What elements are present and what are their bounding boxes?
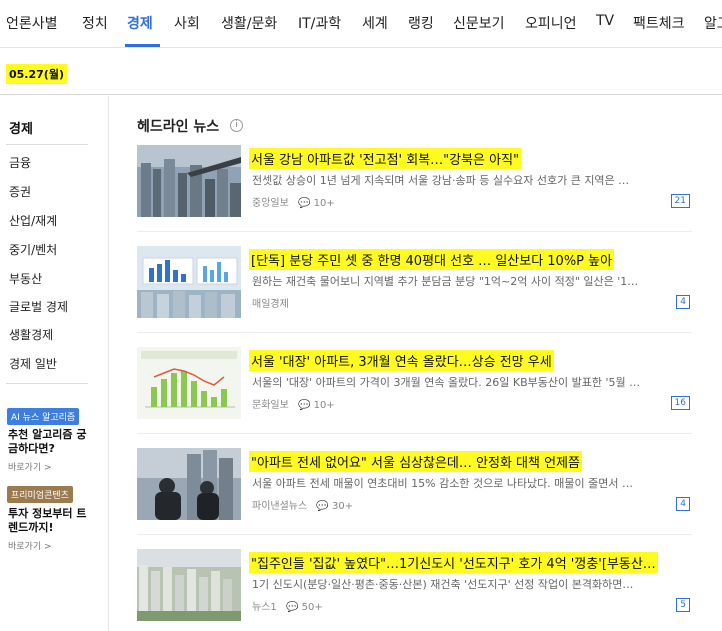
press-name[interactable]: 중앙일보 — [252, 198, 289, 209]
article-thumbnail[interactable] — [137, 145, 241, 217]
tab-politics[interactable]: 정치 — [82, 13, 108, 33]
article-meta: 중앙일보 💬 10+ — [252, 194, 335, 209]
sidebar-title: 경제 — [9, 122, 33, 137]
sidebar-item-venture[interactable]: 중기/벤처 — [9, 241, 57, 258]
related-count-badge[interactable]: 4 — [676, 295, 690, 309]
tab-factcheck[interactable]: 팩트체크 — [633, 13, 685, 33]
sidebar-item-general[interactable]: 경제 일반 — [9, 355, 57, 372]
sidebar-divider — [6, 144, 88, 145]
comment-icon: 💬 — [298, 198, 311, 209]
press-name[interactable]: 뉴스1 — [252, 602, 277, 613]
article-title[interactable]: "아파트 전세 없어요" 서울 심상찮은데… 안정화 대책 언제쯤 — [249, 451, 582, 472]
article-title[interactable]: 서울 '대장' 아파트, 3개월 연속 올랐다…상승 전망 우세 — [249, 350, 554, 371]
section-title: 헤드라인 뉴스 — [137, 119, 220, 135]
tab-society[interactable]: 사회 — [174, 13, 200, 33]
related-count-badge[interactable]: 16 — [670, 396, 690, 410]
ai-algorithm-badge: AI 뉴스 알고리즘 — [7, 408, 80, 425]
tab-ranking[interactable]: 랭킹 — [408, 13, 434, 33]
article-meta: 파이낸셜뉴스 💬 30+ — [252, 497, 353, 512]
comment-icon: 💬 — [298, 400, 311, 411]
article-summary[interactable]: 원하는 재건축 물어보니 지역별 추가 분담금 분당 "1억~2억 사이 적정"… — [252, 273, 690, 289]
sidebar-item-realestate[interactable]: 부동산 — [9, 270, 42, 287]
comment-count[interactable]: 10+ — [314, 400, 335, 411]
article-item[interactable]: 서울 '대장' 아파트, 3개월 연속 올랐다…상승 전망 우세 서울의 '대장… — [137, 347, 692, 419]
article-summary[interactable]: 서울의 '대장' 아파트의 가격이 3개월 연속 올랐다. 26일 KB부동산이… — [252, 374, 690, 390]
tab-world[interactable]: 세계 — [362, 13, 388, 33]
article-thumbnail[interactable] — [137, 347, 241, 419]
tab-newspaper[interactable]: 신문보기 — [453, 13, 505, 33]
tab-algo[interactable]: 알고 — [704, 13, 722, 33]
sidebar-item-living[interactable]: 생활경제 — [9, 326, 53, 343]
date-bar: 05.27(월) — [0, 49, 722, 95]
active-tab-indicator — [125, 44, 160, 47]
tab-life-culture[interactable]: 생활/문화 — [221, 13, 277, 33]
article-title[interactable]: "집주인들 '집값' 높였다"…1기신도시 '선도지구' 호가 4억 '껑충'[… — [249, 552, 658, 573]
current-date: 05.27(월) — [6, 64, 67, 84]
article-thumbnail[interactable] — [137, 549, 241, 621]
row-divider — [137, 332, 692, 333]
article-summary[interactable]: 1기 신도시(분당·일산·평촌·중동·산본) 재건축 '선도지구' 선정 작업이… — [252, 576, 690, 592]
article-item[interactable]: [단독] 분당 주민 셋 중 한명 40평대 선호 … 일산보다 10%P 높아… — [137, 246, 692, 318]
article-summary[interactable]: 전셋값 상승이 1년 넘게 지속되며 서울 강남·송파 등 실수요자 선호가 큰… — [252, 172, 690, 188]
section-nav: 언론사별 정치 경제 사회 생활/문화 IT/과학 세계 랭킹 신문보기 오피니… — [0, 0, 722, 48]
tab-opinion[interactable]: 오피니언 — [525, 13, 577, 33]
promo-more-link[interactable]: 바로가기 > — [8, 460, 52, 473]
promo-text[interactable]: 추천 알고리즘 궁금하다면? — [8, 428, 92, 456]
row-divider — [137, 534, 692, 535]
tab-tv[interactable]: TV — [596, 13, 614, 29]
info-icon[interactable]: i — [230, 119, 243, 132]
article-title[interactable]: [단독] 분당 주민 셋 중 한명 40평대 선호 … 일산보다 10%P 높아 — [249, 249, 615, 270]
article-meta: 매일경제 — [252, 295, 289, 310]
article-item[interactable]: "집주인들 '집값' 높였다"…1기신도시 '선도지구' 호가 4억 '껑충'[… — [137, 549, 692, 621]
sidebar: 경제 금융 증권 산업/재계 중기/벤처 부동산 글로벌 경제 생활경제 경제 … — [0, 96, 92, 631]
row-divider — [137, 433, 692, 434]
related-count-badge[interactable]: 4 — [676, 497, 690, 511]
article-meta: 문화일보 💬 10+ — [252, 396, 335, 411]
promo-text[interactable]: 투자 정보부터 트렌드까지! — [8, 507, 92, 535]
comment-count[interactable]: 50+ — [302, 602, 323, 613]
article-item[interactable]: 서울 강남 아파트값 '전고점' 회복…"강북은 아직" 전셋값 상승이 1년 … — [137, 145, 692, 217]
press-name[interactable]: 매일경제 — [252, 299, 289, 310]
sidebar-item-industry[interactable]: 산업/재계 — [9, 212, 57, 229]
sidebar-item-stocks[interactable]: 증권 — [9, 183, 31, 200]
sidebar-item-global[interactable]: 글로벌 경제 — [9, 298, 68, 315]
article-title[interactable]: 서울 강남 아파트값 '전고점' 회복…"강북은 아직" — [249, 148, 522, 169]
tab-it-science[interactable]: IT/과학 — [298, 13, 341, 33]
article-meta: 뉴스1 💬 50+ — [252, 598, 323, 613]
article-thumbnail[interactable] — [137, 448, 241, 520]
premium-badge: 프리미엄콘텐츠 — [7, 486, 73, 503]
comment-count[interactable]: 30+ — [332, 501, 353, 512]
row-divider — [137, 231, 692, 232]
sidebar-divider — [6, 383, 88, 384]
press-name[interactable]: 파이낸셜뉴스 — [252, 501, 307, 512]
press-name[interactable]: 문화일보 — [252, 400, 289, 411]
article-thumbnail[interactable] — [137, 246, 241, 318]
tab-press[interactable]: 언론사별 — [6, 13, 58, 33]
column-divider — [108, 96, 109, 631]
comment-icon: 💬 — [285, 602, 299, 613]
comment-count[interactable]: 10+ — [314, 198, 335, 209]
related-count-badge[interactable]: 21 — [670, 194, 690, 208]
sidebar-item-finance[interactable]: 금융 — [9, 154, 31, 171]
article-item[interactable]: "아파트 전세 없어요" 서울 심상찮은데… 안정화 대책 언제쯤 서울 아파트… — [137, 448, 692, 520]
tab-economy[interactable]: 경제 — [127, 13, 153, 33]
promo-more-link[interactable]: 바로가기 > — [8, 539, 52, 552]
comment-icon: 💬 — [316, 501, 329, 512]
related-count-badge[interactable]: 5 — [676, 598, 690, 612]
article-summary[interactable]: 서울 아파트 전세 매물이 연초대비 15% 감소한 것으로 나타났다. 매물이… — [252, 475, 690, 491]
